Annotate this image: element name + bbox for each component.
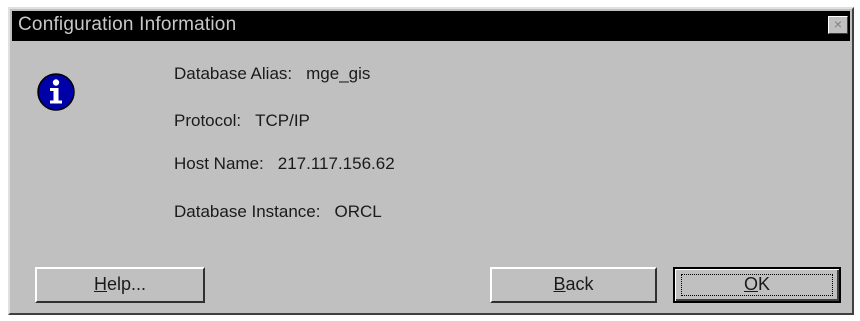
window-title: Configuration Information [18,14,237,35]
help-mnemonic: H [93,274,107,294]
field-label: Protocol: [174,111,242,130]
back-mnemonic: B [553,274,566,294]
field-protocol: Protocol: TCP/IP [174,111,310,131]
help-button[interactable]: Help... [35,267,205,303]
title-bar[interactable]: Configuration Information × [12,11,850,41]
field-value: mge_gis [306,64,371,83]
back-button[interactable]: Back [490,267,657,303]
info-icon [37,73,75,111]
field-host-name: Host Name: 217.117.156.62 [174,154,395,174]
field-value: ORCL [334,202,382,221]
field-value: TCP/IP [255,111,310,130]
help-label: elp... [106,274,147,294]
field-label: Database Instance: [174,202,321,221]
back-label: ack [565,274,594,294]
configuration-dialog: Configuration Information × Database Ali… [8,7,854,315]
field-label: Database Alias: [174,64,293,83]
field-database-alias: Database Alias: mge_gis [174,64,370,84]
field-value: 217.117.156.62 [277,154,395,173]
field-database-instance: Database Instance: ORCL [174,202,382,222]
close-icon[interactable]: × [828,16,848,34]
ok-button[interactable]: OK [673,267,841,303]
field-label: Host Name: [174,154,264,173]
focus-rectangle [681,274,833,296]
